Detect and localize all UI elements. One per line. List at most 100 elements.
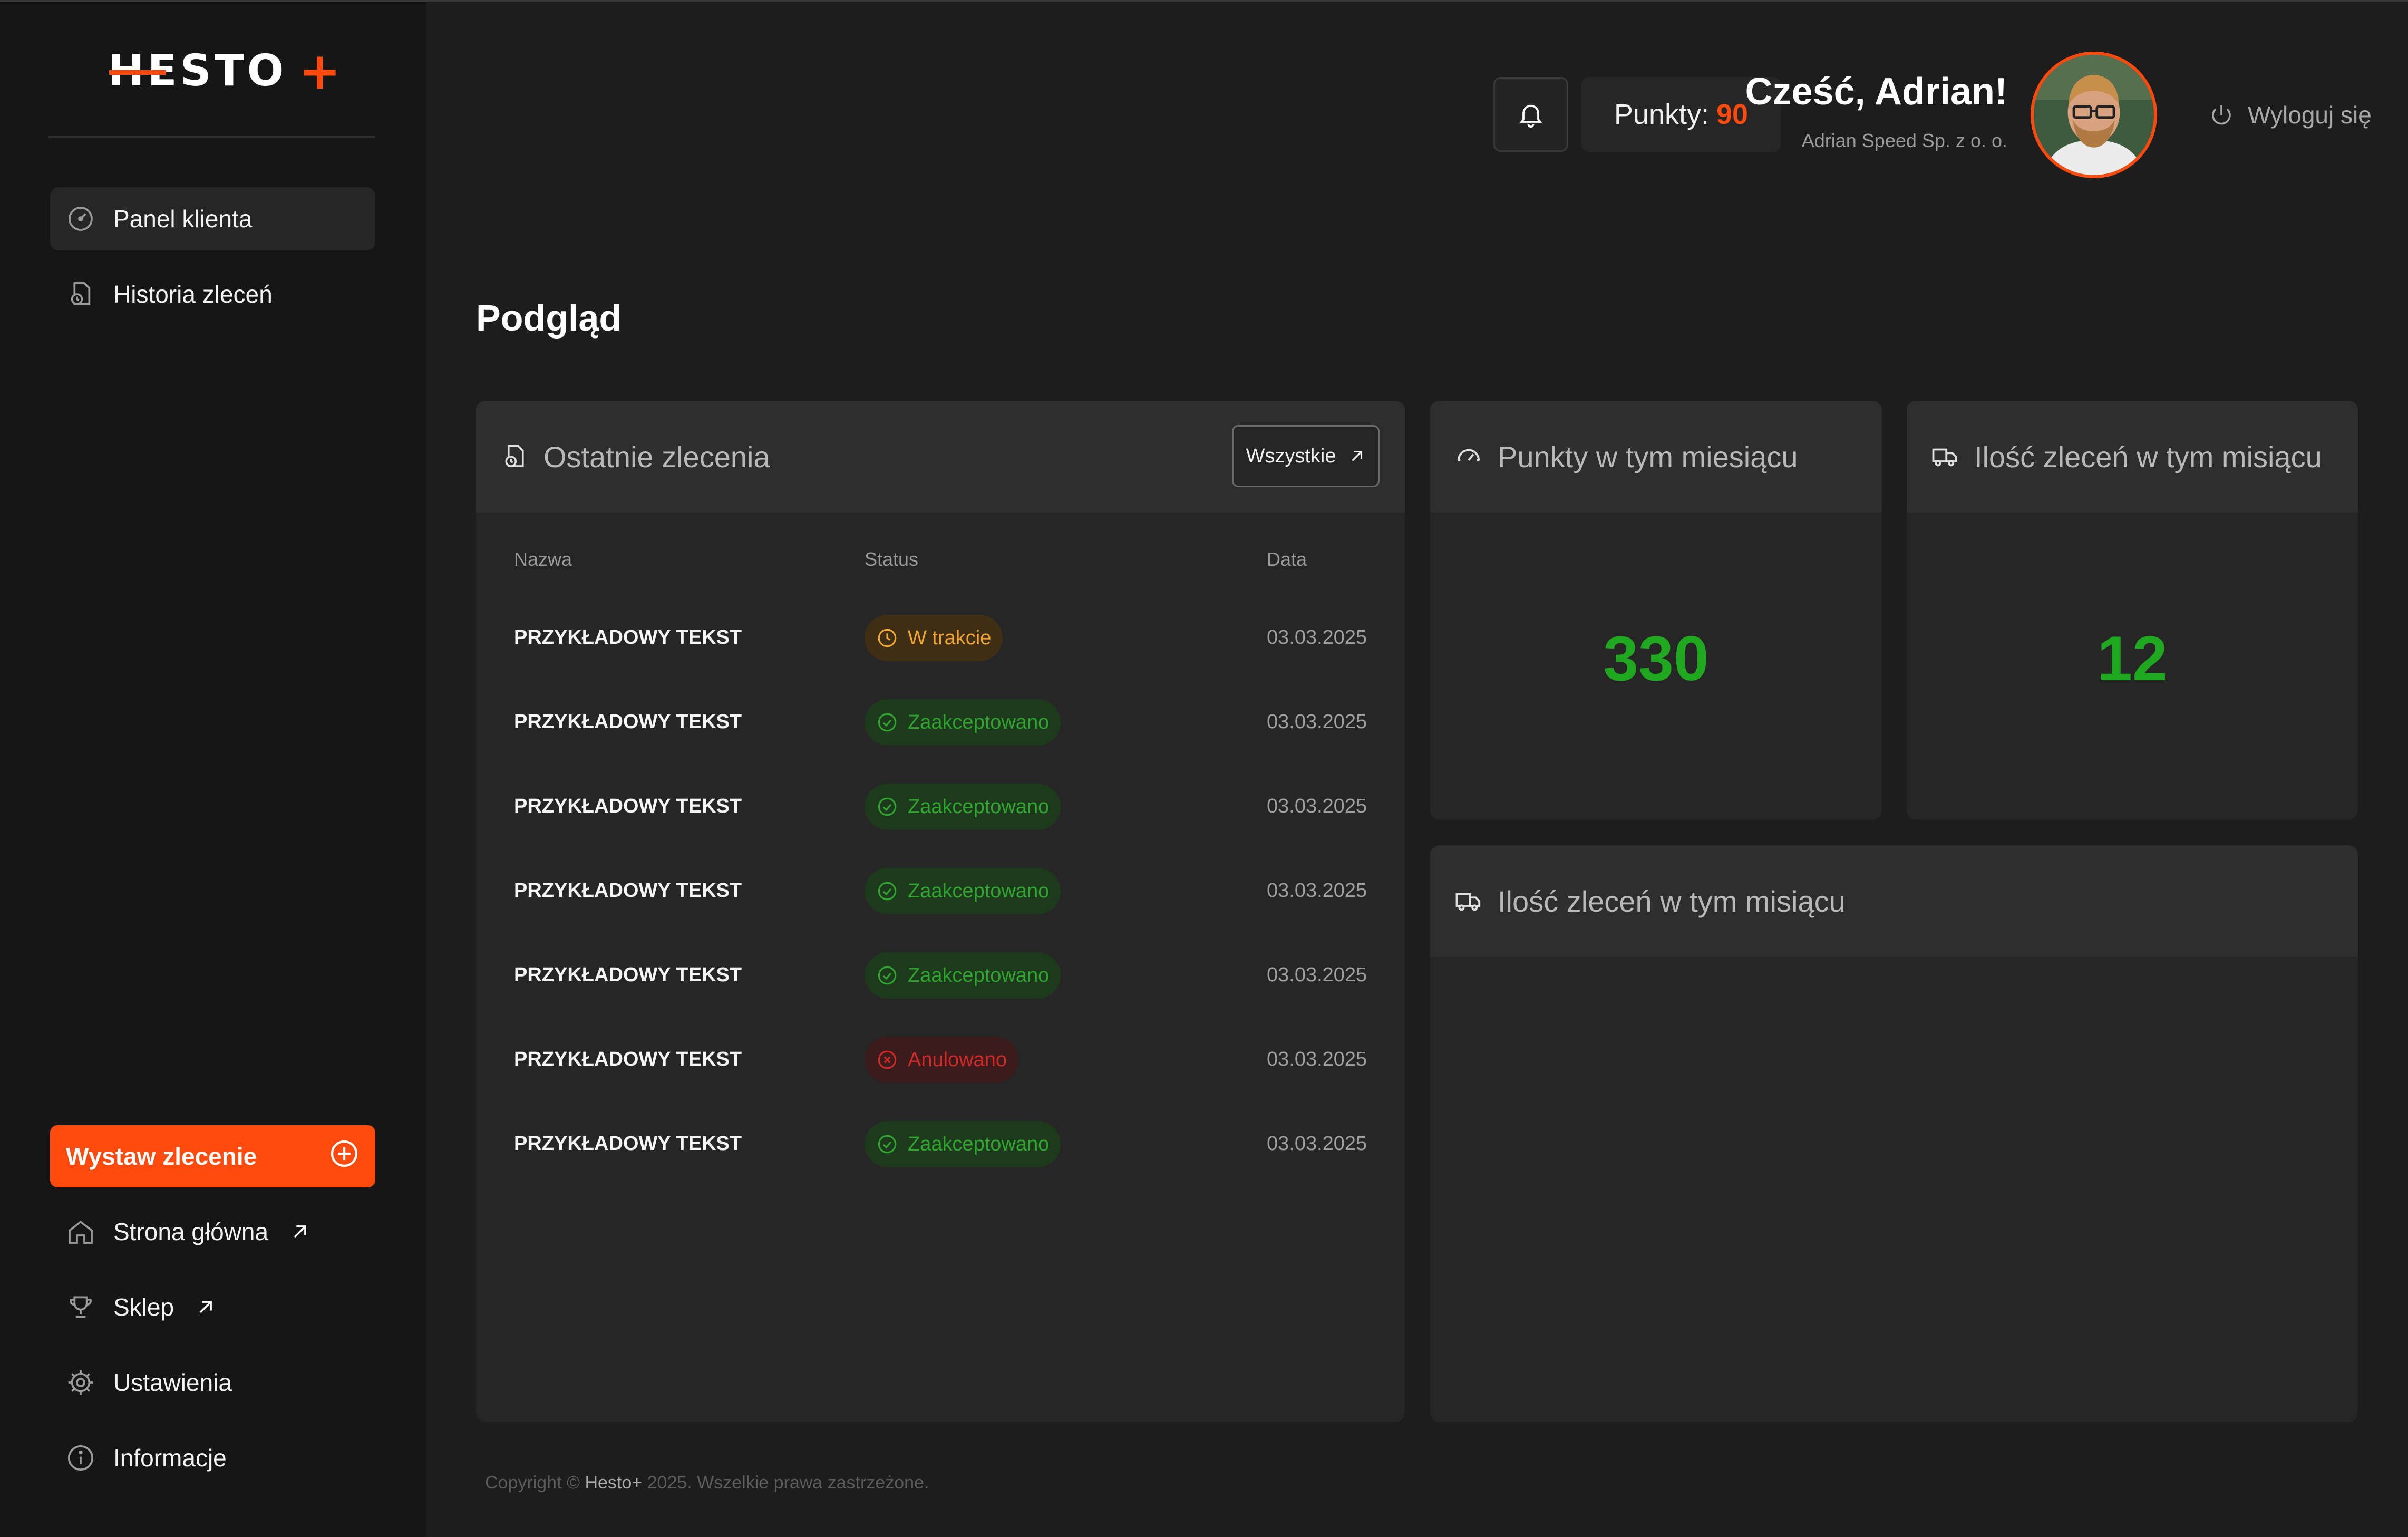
order-name: PRZYKŁADOWY TEKST (514, 711, 742, 733)
footer-copyright: Copyright © Hesto+ 2025. Wszelkie prawa … (485, 1473, 929, 1493)
home-icon (66, 1217, 95, 1246)
sidebar-item-label: Historia zleceń (113, 281, 273, 308)
monthly-orders-chart-card: Ilość zleceń w tym misiącu (1430, 845, 2358, 1422)
logout-button[interactable]: Wyloguj się (2209, 99, 2372, 131)
status-badge: Anulowano (865, 1037, 1019, 1083)
column-header-status: Status (865, 548, 919, 570)
order-name: PRZYKŁADOWY TEKST (514, 964, 742, 986)
order-date: 03.03.2025 (1267, 1048, 1367, 1070)
user-photo (2034, 55, 2154, 175)
sidebar: HESTO + Panel klienta Historia zleceń Wy… (0, 2, 426, 1537)
sidebar-item-label: Informacje (113, 1444, 227, 1472)
all-orders-button[interactable]: Wszystkie (1232, 425, 1380, 487)
user-company: Adrian Speed Sp. z o. o. (1801, 130, 2007, 151)
external-link-arrow-icon (1351, 450, 1362, 461)
status-label: W trakcie (908, 626, 992, 649)
status-label: Zaakceptowano (908, 964, 1050, 987)
check-circle-icon (878, 1135, 897, 1154)
status-badge: Zaakceptowano (865, 1121, 1061, 1167)
footer-prefix: Copyright © (485, 1473, 580, 1493)
sidebar-item-sklep[interactable]: Sklep (50, 1275, 375, 1339)
column-header-date: Data (1267, 548, 1307, 570)
create-order-button[interactable]: Wystaw zlecenie (50, 1125, 375, 1187)
column-header-name: Nazwa (514, 548, 572, 570)
sidebar-item-informacje[interactable]: Informacje (50, 1426, 375, 1490)
recent-orders-title: Ostatnie zlecenia (543, 440, 770, 473)
trophy-icon (66, 1292, 95, 1322)
order-name: PRZYKŁADOWY TEKST (514, 1133, 742, 1155)
external-link-arrow-icon (294, 1225, 306, 1238)
order-history-icon (66, 279, 95, 309)
user-greeting: Cześć, Adrian! (1745, 71, 2007, 113)
monthly-points-title: Punkty w tym miesiącu (1498, 440, 1798, 473)
logo-strike-mark (109, 70, 166, 75)
check-circle-icon (878, 713, 897, 732)
truck-icon (1932, 448, 1957, 467)
status-badge: W trakcie (865, 615, 1003, 661)
info-icon (66, 1443, 95, 1473)
bell-icon (1519, 104, 1542, 128)
sidebar-item-label: Strona główna (113, 1218, 269, 1245)
app-root: HESTO + Panel klienta Historia zleceń Wy… (0, 0, 2408, 1537)
status-badge: Zaakceptowano (865, 868, 1061, 914)
dashboard-gauge-icon (66, 204, 95, 234)
monthly-orders-count-title: Ilość zleceń w tym misiącu (1974, 440, 2322, 473)
status-label: Zaakceptowano (908, 879, 1050, 902)
status-badge: Zaakceptowano (865, 952, 1061, 999)
hesto-logo[interactable]: HESTO + (108, 46, 341, 96)
monthly-orders-count-header: Ilość zleceń w tym misiącu (1907, 401, 2358, 513)
order-date: 03.03.2025 (1267, 1133, 1367, 1155)
monthly-orders-chart-title: Ilość zleceń w tym misiącu (1498, 884, 1846, 918)
order-name: PRZYKŁADOWY TEKST (514, 795, 742, 817)
x-circle-icon (878, 1050, 897, 1069)
all-orders-label: Wszystkie (1246, 444, 1336, 467)
status-label: Zaakceptowano (908, 795, 1050, 818)
order-date: 03.03.2025 (1267, 964, 1367, 986)
clock-icon (878, 629, 897, 647)
notifications-button[interactable] (1493, 77, 1568, 152)
logo-plus: + (298, 42, 341, 101)
sidebar-item-panel-klienta[interactable]: Panel klienta (50, 187, 375, 250)
monthly-orders-chart-header: Ilość zleceń w tym misiącu (1430, 845, 2358, 957)
external-link-arrow-icon (199, 1301, 212, 1313)
sidebar-item-ustawienia[interactable]: Ustawienia (50, 1351, 375, 1414)
sidebar-divider (48, 136, 375, 138)
sidebar-item-label: Ustawienia (113, 1369, 232, 1396)
monthly-orders-count-card: Ilość zleceń w tym misiącu 12 (1907, 401, 2358, 820)
check-circle-icon (878, 966, 897, 985)
power-icon (2212, 105, 2231, 125)
status-badge: Zaakceptowano (865, 699, 1061, 746)
create-order-label: Wystaw zlecenie (66, 1143, 257, 1170)
status-badge: Zaakceptowano (865, 784, 1061, 830)
order-name: PRZYKŁADOWY TEKST (514, 626, 742, 649)
check-circle-icon (878, 882, 897, 901)
check-circle-icon (878, 797, 897, 816)
order-name: PRZYKŁADOWY TEKST (514, 879, 742, 902)
monthly-points-header: Punkty w tym miesiącu (1430, 401, 1882, 513)
sidebar-item-strona-glowna[interactable]: Strona główna (50, 1200, 375, 1263)
order-date: 03.03.2025 (1267, 626, 1367, 649)
sidebar-item-label: Panel klienta (113, 205, 253, 233)
page-title: Podgląd (476, 297, 622, 339)
footer-suffix: 2025. Wszelkie prawa zastrzeżone. (647, 1473, 929, 1493)
truck-icon (1455, 893, 1481, 911)
order-name: PRZYKŁADOWY TEKST (514, 1048, 742, 1070)
status-label: Zaakceptowano (908, 1133, 1050, 1155)
sidebar-item-label: Sklep (113, 1293, 174, 1321)
order-date: 03.03.2025 (1267, 711, 1367, 733)
avatar[interactable] (2031, 52, 2157, 178)
sidebar-item-historia-zlecen[interactable]: Historia zleceń (50, 263, 375, 326)
footer-brand: Hesto+ (585, 1473, 643, 1493)
logout-label: Wyloguj się (2248, 101, 2372, 129)
monthly-points-value: 330 (1603, 623, 1709, 694)
gauge-icon (1457, 449, 1480, 461)
status-label: Zaakceptowano (908, 711, 1050, 733)
monthly-points-card: Punkty w tym miesiącu 330 (1430, 401, 1882, 820)
plus-circle-icon (329, 1138, 360, 1175)
order-date: 03.03.2025 (1267, 795, 1367, 817)
gear-icon (66, 1368, 95, 1397)
order-date: 03.03.2025 (1267, 879, 1367, 902)
order-history-icon (505, 444, 524, 467)
status-label: Anulowano (908, 1048, 1007, 1071)
points-label: Punkty: (1614, 99, 1709, 130)
